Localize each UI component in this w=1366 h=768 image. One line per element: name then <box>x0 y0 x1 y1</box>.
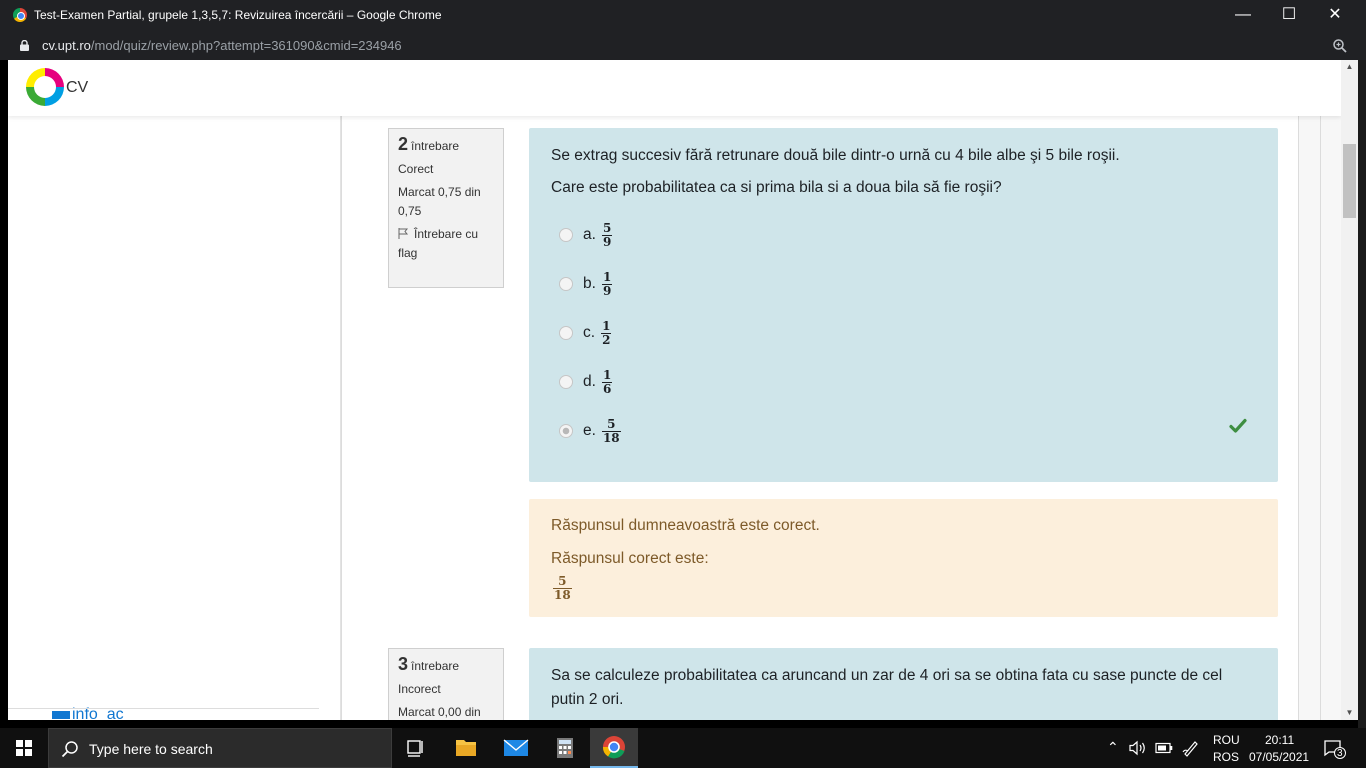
correct-answer-label: Răspunsul corect este: <box>551 550 709 567</box>
search-placeholder: Type here to search <box>89 741 213 757</box>
mail-icon[interactable] <box>492 728 540 768</box>
answer-option-d[interactable]: d. 16 <box>559 367 613 397</box>
correct-answer-fraction: 5 18 <box>553 574 572 602</box>
answer-letter: a. <box>583 226 596 243</box>
question-text: Sa se calculeze probabilitatea ca arunca… <box>551 667 1223 708</box>
answer-letter: e. <box>583 422 596 439</box>
notification-count: 3 <box>1337 748 1343 759</box>
windows-taskbar: Type here to search ⌃ ROU ROS 20:11 07/0… <box>0 728 1366 768</box>
site-header: CV <box>8 60 1341 116</box>
tray-chevron-up-icon[interactable]: ⌃ <box>1107 739 1119 756</box>
window-edge <box>1358 60 1366 728</box>
radio-button[interactable] <box>559 375 573 389</box>
chrome-taskbar-button[interactable] <box>590 728 638 768</box>
scrollbar-thumb[interactable] <box>1343 144 1356 218</box>
url-host: cv.upt.ro <box>42 38 91 53</box>
minimize-button[interactable]: — <box>1220 0 1266 31</box>
question-grade: Marcat 0,75 din 0,75 <box>398 185 481 218</box>
answer-letter: b. <box>583 275 596 292</box>
quiz-review-content: 2 întrebare Corect Marcat 0,75 din 0,75 Î… <box>341 116 1299 720</box>
scroll-up-arrow-icon[interactable]: ▲ <box>1341 60 1358 74</box>
question-text: Se extrag succesiv fără retrunare două b… <box>551 147 1120 164</box>
chrome-icon <box>13 8 27 22</box>
question-label: întrebare <box>411 659 460 673</box>
answer-letter: c. <box>583 324 596 341</box>
taskbar-search-box[interactable]: Type here to search <box>48 728 392 768</box>
pen-icon[interactable] <box>1182 739 1200 757</box>
windows-start-icon[interactable] <box>16 740 32 756</box>
radio-button[interactable] <box>559 228 573 242</box>
question-2-formulation: Se extrag succesiv fără retrunare două b… <box>529 128 1278 482</box>
calculator-icon[interactable] <box>541 728 589 768</box>
question-state: Corect <box>398 162 434 176</box>
task-view-icon[interactable] <box>392 728 440 768</box>
answer-option-a[interactable]: a. 59 <box>559 220 613 250</box>
clock-date[interactable]: 07/05/2021 <box>1249 750 1309 764</box>
flag-icon <box>398 228 409 239</box>
url-text[interactable]: cv.upt.ro/mod/quiz/review.php?attempt=36… <box>42 38 402 53</box>
input-language-bottom[interactable]: ROS <box>1213 750 1239 764</box>
answer-fraction: 16 <box>601 367 613 396</box>
lock-icon[interactable] <box>20 40 29 51</box>
answer-letter: d. <box>583 373 596 390</box>
url-path: /mod/quiz/review.php?attempt=361090&cmid… <box>90 38 402 53</box>
radio-button[interactable] <box>559 277 573 291</box>
question-2-feedback: Răspunsul dumneavoastră este corect. Răs… <box>529 499 1278 617</box>
radio-button-selected[interactable] <box>559 424 573 438</box>
chrome-icon <box>602 736 625 759</box>
page-scrollbar[interactable]: ▲ ▼ <box>1341 60 1358 720</box>
address-bar[interactable]: cv.upt.ro/mod/quiz/review.php?attempt=36… <box>0 31 1366 60</box>
question-prompt: Care este probabilitatea ca si prima bil… <box>551 179 1002 196</box>
search-icon <box>61 741 78 758</box>
scroll-down-arrow-icon[interactable]: ▼ <box>1341 706 1358 720</box>
close-button[interactable]: ✕ <box>1312 0 1358 31</box>
answer-option-e[interactable]: e. 5 18 <box>559 416 621 446</box>
question-number: 2 <box>398 134 409 154</box>
answer-fraction: 12 <box>601 318 612 347</box>
question-grade: Marcat 0,00 din 0,75 <box>398 705 481 719</box>
question-number: 3 <box>398 654 409 674</box>
clock-time[interactable]: 20:11 <box>1265 733 1294 747</box>
answer-fraction: 19 <box>601 269 613 298</box>
maximize-button[interactable]: ☐ <box>1266 0 1312 31</box>
question-label: întrebare <box>411 139 460 153</box>
battery-icon[interactable] <box>1155 742 1173 754</box>
input-language-top[interactable]: ROU <box>1213 733 1240 747</box>
radio-button[interactable] <box>559 326 573 340</box>
question-state: Incorect <box>398 682 441 696</box>
question-2-info: 2 întrebare Corect Marcat 0,75 din 0,75 Î… <box>388 128 504 288</box>
correct-check-icon <box>1229 418 1247 433</box>
cv-logo-icon[interactable] <box>26 68 64 106</box>
page-margin <box>1299 116 1321 720</box>
question-3-info: 3întrebare Incorect Marcat 0,00 din 0,75 <box>388 648 504 720</box>
answer-option-b[interactable]: b. 19 <box>559 269 613 299</box>
answer-option-c[interactable]: c. 12 <box>559 318 612 348</box>
flag-question-link[interactable]: Întrebare cu flag <box>398 225 494 263</box>
answer-fraction: 59 <box>601 220 613 249</box>
speaker-icon[interactable] <box>1129 740 1147 756</box>
flag-label: Întrebare cu flag <box>398 227 479 260</box>
window-title: Test-Examen Partial, grupele 1,3,5,7: Re… <box>34 8 442 22</box>
page-viewport: CV info_ac 2 întrebare Corect Marcat 0,75… <box>8 60 1341 720</box>
browser-title-bar: Test-Examen Partial, grupele 1,3,5,7: Re… <box>0 0 1366 31</box>
zoom-icon[interactable] <box>1332 38 1348 54</box>
left-drawer: info_ac <box>8 116 341 720</box>
sidebar-divider <box>8 708 319 720</box>
feedback-correct-text: Răspunsul dumneavoastră este corect. <box>551 517 820 534</box>
question-3-formulation: Sa se calculeze probabilitatea ca arunca… <box>529 648 1278 720</box>
answer-fraction: 5 18 <box>601 416 621 445</box>
logo-text[interactable]: CV <box>66 79 88 97</box>
file-explorer-icon[interactable] <box>442 728 490 768</box>
